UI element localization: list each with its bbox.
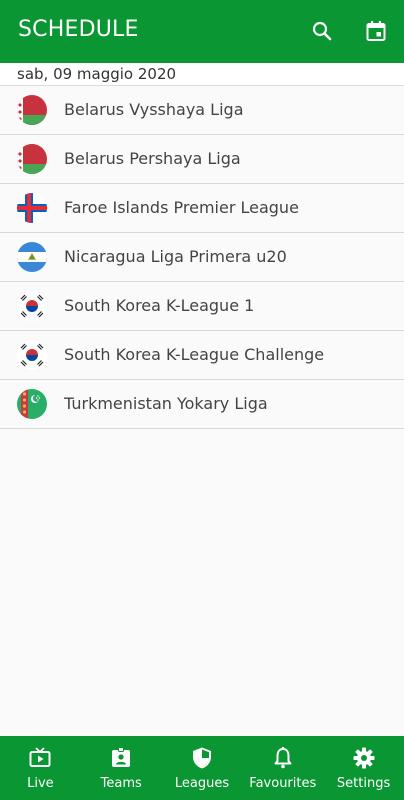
faroe-islands-flag-icon [17,193,47,223]
nav-teams-label: Teams [100,776,142,791]
belarus-flag-icon [17,144,47,174]
calendar-icon [366,21,386,41]
list-item-label: Nicaragua Liga Primera u20 [64,247,287,266]
south-korea-flag-icon [17,340,47,370]
nav-leagues-label: Leagues [174,776,230,791]
south-korea-flag-icon [17,291,47,321]
list-item[interactable]: Faroe Islands Premier League [0,184,404,233]
search-button[interactable] [305,14,339,48]
nav-live[interactable]: Live [0,736,81,800]
nav-teams[interactable]: Teams [81,736,162,800]
date-label: sab, 09 maggio 2020 [17,65,177,83]
search-icon [312,21,332,41]
nicaragua-flag-icon [17,242,47,272]
date-header: sab, 09 maggio 2020 [0,63,404,86]
bottom-nav: Live Teams Leagues Favourites Settings [0,736,404,800]
shield-icon [192,747,211,769]
list-item-label: South Korea K-League 1 [64,296,255,315]
nav-favourites[interactable]: Favourites [242,736,323,800]
league-list: Belarus Vysshaya Liga Belarus Pershaya L… [0,86,404,429]
list-item[interactable]: Belarus Pershaya Liga [0,135,404,184]
list-item-label: Turkmenistan Yokary Liga [64,394,268,413]
page-title: SCHEDULE [18,17,139,42]
nav-favourites-label: Favourites [249,776,317,791]
gear-icon [353,747,375,769]
badge-icon [112,747,131,767]
belarus-flag-icon [17,95,47,125]
bell-icon [274,747,292,769]
nav-live-label: Live [27,776,54,791]
app-bar: SCHEDULE [0,0,404,63]
list-item[interactable]: Turkmenistan Yokary Liga [0,380,404,429]
list-item-label: Belarus Vysshaya Liga [64,100,244,119]
tv-icon [29,747,51,767]
nav-settings[interactable]: Settings [323,736,404,800]
list-item-label: South Korea K-League Challenge [64,345,325,364]
nav-settings-label: Settings [336,776,391,791]
list-item[interactable]: South Korea K-League 1 [0,282,404,331]
list-item[interactable]: Nicaragua Liga Primera u20 [0,233,404,282]
list-item-label: Belarus Pershaya Liga [64,149,241,168]
list-item[interactable]: South Korea K-League Challenge [0,331,404,380]
list-item[interactable]: Belarus Vysshaya Liga [0,86,404,135]
nav-leagues[interactable]: Leagues [162,736,243,800]
turkmenistan-flag-icon [17,389,47,419]
list-item-label: Faroe Islands Premier League [64,198,299,217]
calendar-button[interactable] [359,14,393,48]
